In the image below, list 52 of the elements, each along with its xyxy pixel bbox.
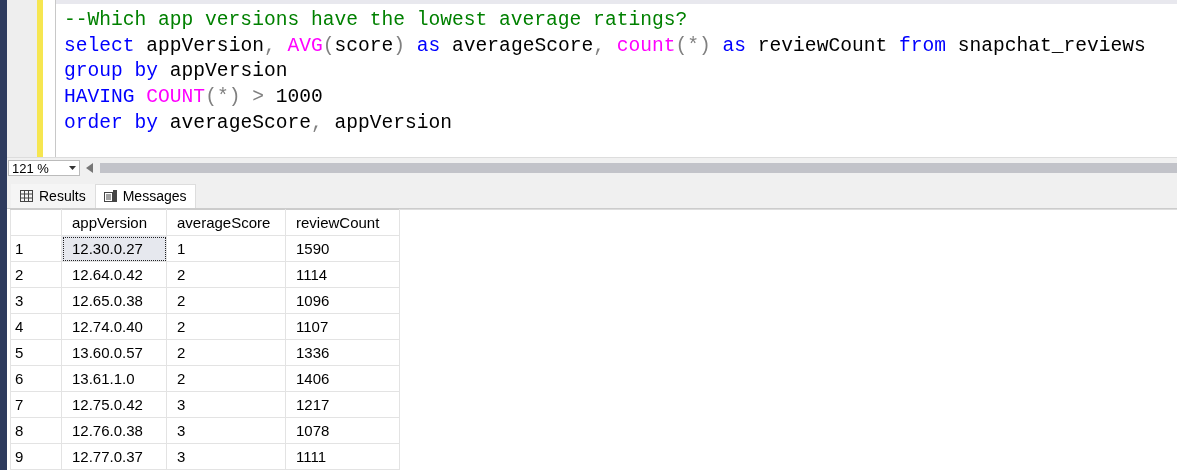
table-cell: 1 bbox=[166, 235, 286, 262]
column-header: reviewCount bbox=[285, 209, 400, 236]
row-number: 6 bbox=[10, 365, 62, 392]
table-cell: 2 bbox=[166, 287, 286, 314]
row-number: 2 bbox=[10, 261, 62, 288]
table-cell: 12.75.0.42 bbox=[61, 391, 167, 418]
table-cell: 13.61.1.0 bbox=[61, 365, 167, 392]
column-header: averageScore bbox=[166, 209, 286, 236]
scrollbar-thumb[interactable] bbox=[100, 163, 1177, 174]
grid-icon bbox=[20, 190, 33, 202]
code-line: select appVersion, AVG(score) as averageScore, count(*) as reviewCount from snapchat_reviews bbox=[64, 33, 1146, 59]
code-line: group by appVersion bbox=[64, 59, 288, 85]
table-cell: 12.74.0.40 bbox=[61, 313, 167, 340]
table-cell: 12.30.0.27 bbox=[61, 235, 167, 262]
table-cell: 2 bbox=[166, 365, 286, 392]
scroll-left-icon[interactable] bbox=[86, 163, 94, 174]
table-cell: 3 bbox=[166, 443, 286, 470]
table-cell: 1336 bbox=[285, 339, 400, 366]
table-cell: 1111 bbox=[285, 443, 400, 470]
results-tab[interactable]: Results bbox=[11, 184, 95, 208]
row-number: 8 bbox=[10, 417, 62, 444]
table-cell: 1406 bbox=[285, 365, 400, 392]
table-cell: 13.60.0.57 bbox=[61, 339, 167, 366]
table-cell: 1096 bbox=[285, 287, 400, 314]
zoom-dropdown[interactable]: 121 % bbox=[8, 160, 80, 177]
code-line: order by averageScore, appVersion bbox=[64, 110, 453, 136]
row-number: 5 bbox=[10, 339, 62, 366]
table-cell: 1114 bbox=[285, 261, 400, 288]
table-cell: 12.77.0.37 bbox=[61, 443, 167, 470]
row-number: 7 bbox=[10, 391, 62, 418]
table-cell: 3 bbox=[166, 417, 286, 444]
table-cell: 3 bbox=[166, 391, 286, 418]
code-line: --Which app versions have the lowest average ratings? bbox=[64, 8, 688, 33]
table-cell: 1107 bbox=[285, 313, 400, 340]
table-cell: 12.65.0.38 bbox=[61, 287, 167, 314]
table-cell: 1590 bbox=[285, 235, 400, 262]
row-number: 1 bbox=[10, 235, 62, 262]
table-cell: 12.76.0.38 bbox=[61, 417, 167, 444]
table-cell: 2 bbox=[166, 261, 286, 288]
row-number: 4 bbox=[10, 313, 62, 340]
document-icon bbox=[103, 190, 117, 202]
row-number: 3 bbox=[10, 287, 62, 314]
table-cell: 1078 bbox=[285, 417, 400, 444]
results-tab[interactable]: Messages bbox=[94, 184, 196, 208]
caret-icon bbox=[69, 166, 76, 171]
column-header: appVersion bbox=[61, 209, 167, 236]
code-line: HAVING COUNT(*) > 1000 bbox=[64, 85, 323, 111]
table-cell: 2 bbox=[166, 339, 286, 366]
table-cell: 2 bbox=[166, 313, 286, 340]
row-number: 9 bbox=[10, 443, 62, 470]
table-cell: 12.64.0.42 bbox=[61, 261, 167, 288]
table-cell: 1217 bbox=[285, 391, 400, 418]
